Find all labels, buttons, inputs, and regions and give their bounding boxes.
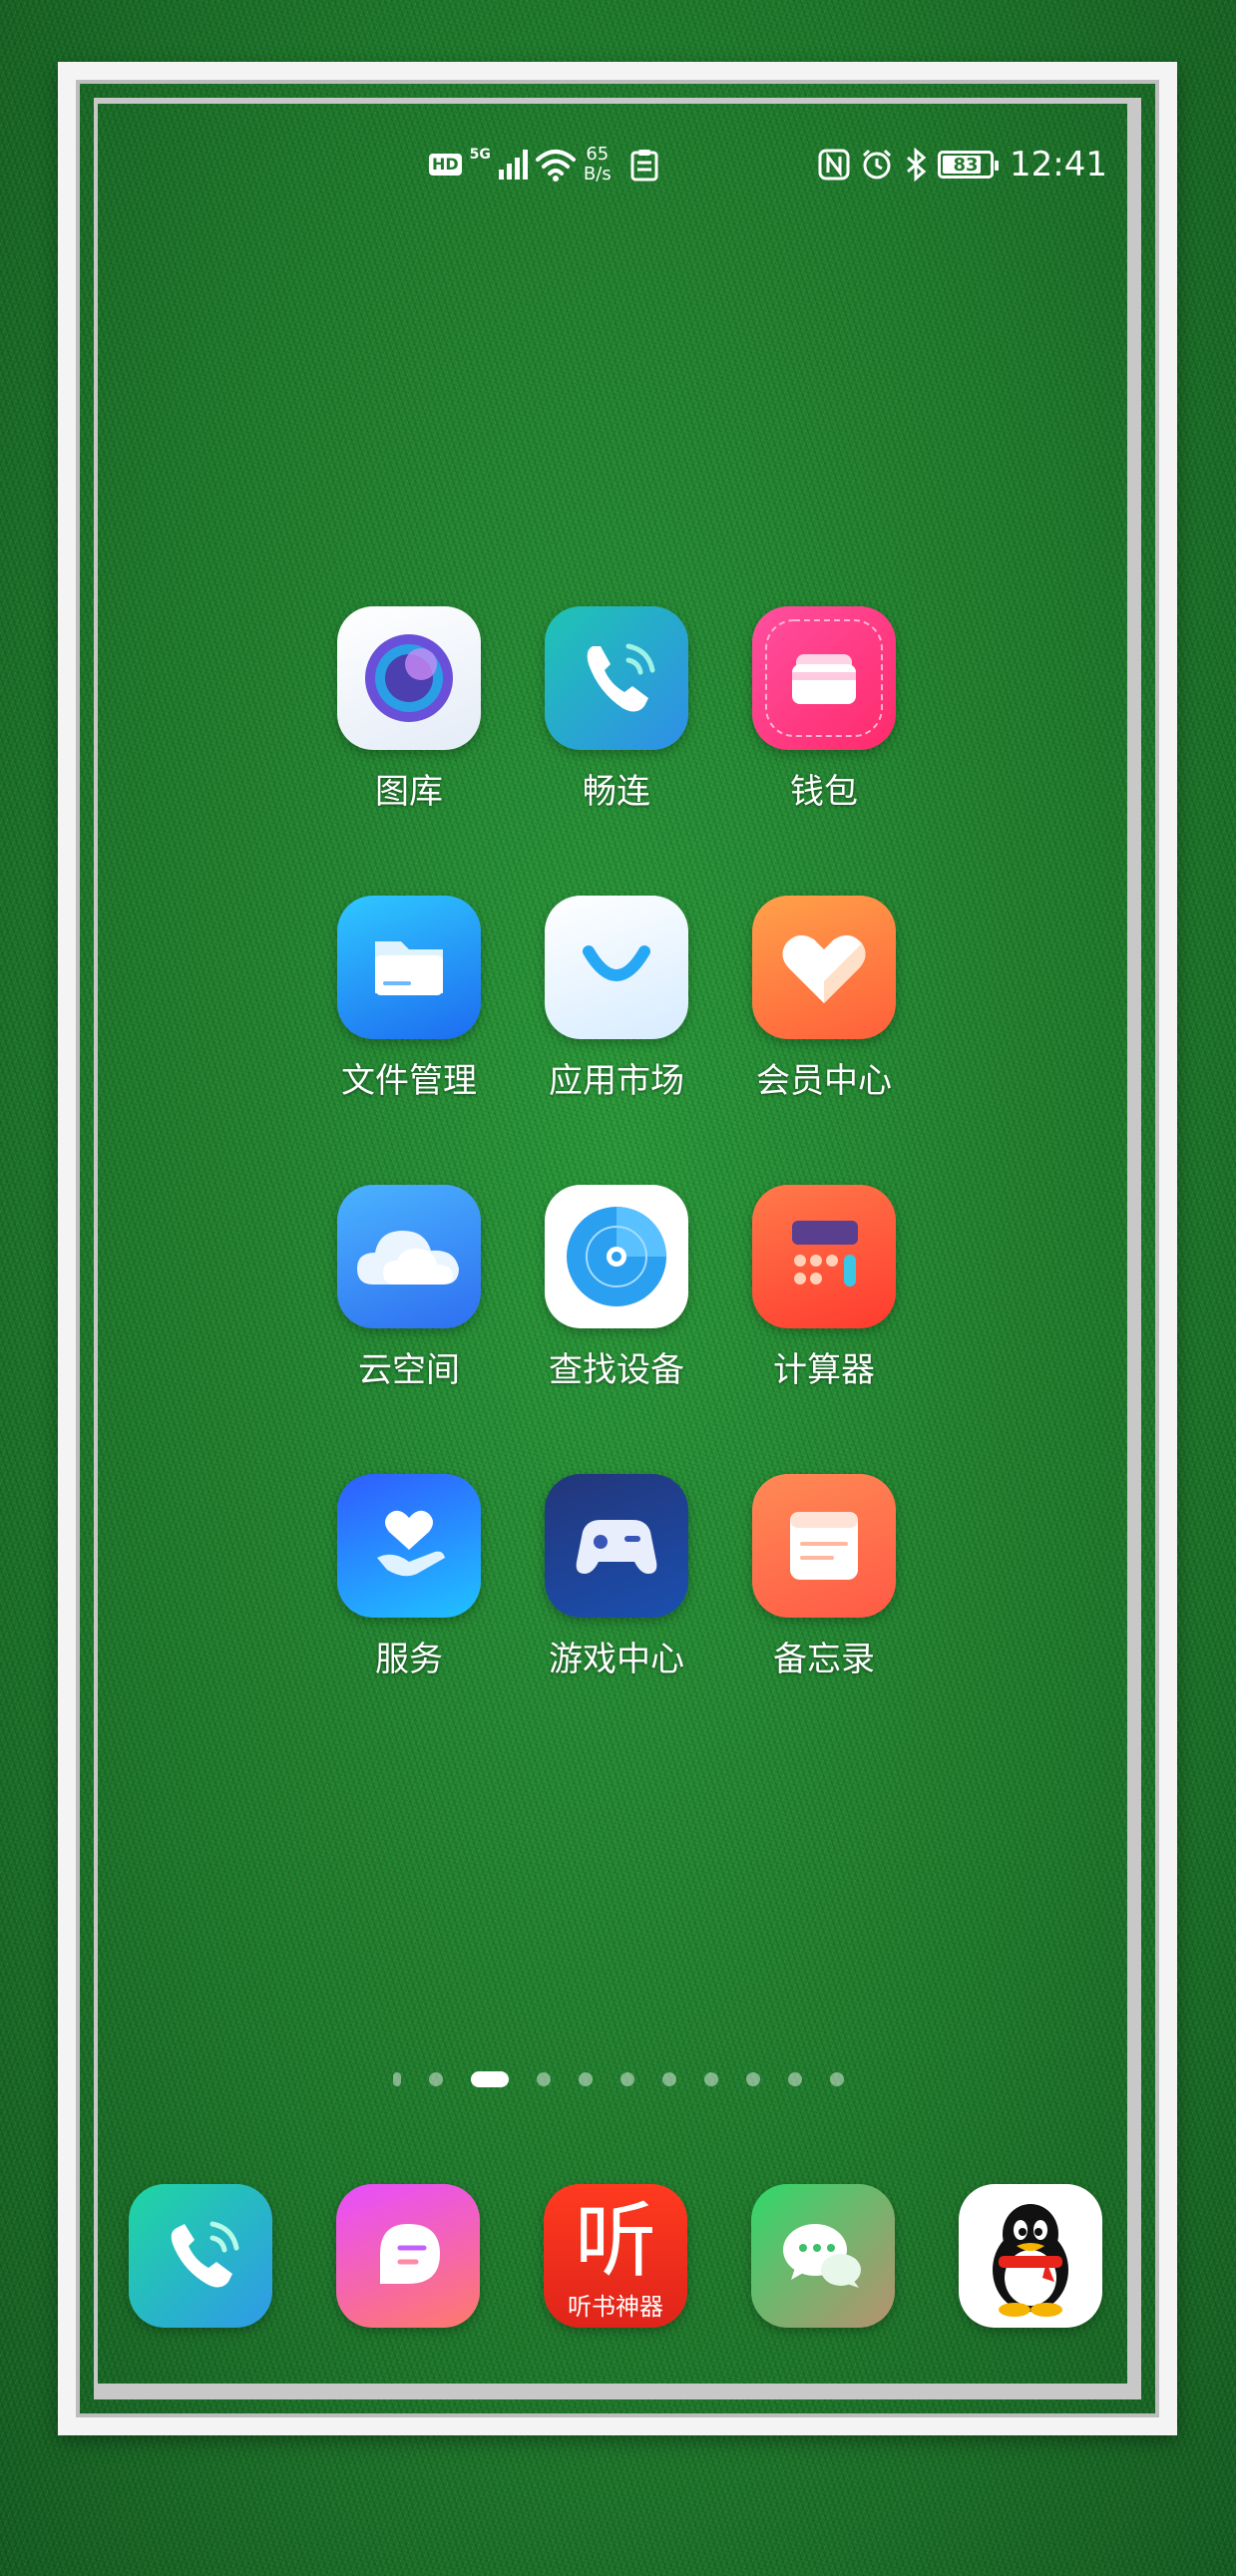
network-type: 5G <box>469 147 491 163</box>
page-dot[interactable] <box>579 2072 593 2086</box>
calculator-icon <box>752 1185 896 1328</box>
page-dot-active[interactable] <box>471 2071 509 2087</box>
page-dot[interactable] <box>830 2072 844 2086</box>
page-indicator[interactable] <box>393 2066 852 2090</box>
find-device-icon <box>545 1185 688 1328</box>
meetime-icon <box>545 606 688 750</box>
bluetooth-icon <box>904 148 928 182</box>
status-bar: HD 5G 65 B/s 83 12:41 <box>429 135 1107 194</box>
clipboard-icon <box>629 148 659 182</box>
page-dot[interactable] <box>429 2072 443 2086</box>
qq-icon[interactable] <box>959 2184 1102 2328</box>
messages-icon[interactable] <box>336 2184 480 2328</box>
app-wallet[interactable]: 钱包 <box>719 606 929 812</box>
audiobook-sub-label: 听书神器 <box>568 2293 663 2321</box>
page-dot[interactable] <box>537 2072 551 2086</box>
page-dot[interactable] <box>393 2072 401 2086</box>
audiobook-icon[interactable]: 听 听书神器 <box>544 2184 687 2328</box>
files-icon <box>337 896 481 1039</box>
alarm-icon <box>860 148 894 182</box>
app-label: 计算器 <box>773 1350 875 1390</box>
app-cloud[interactable]: 云空间 <box>304 1185 514 1390</box>
app-label: 畅连 <box>583 772 650 812</box>
member-center-icon <box>752 896 896 1039</box>
app-market-icon <box>545 896 688 1039</box>
page-dot[interactable] <box>746 2072 760 2086</box>
page-dot[interactable] <box>662 2072 676 2086</box>
network-speed-unit: B/s <box>583 164 612 184</box>
page-dot[interactable] <box>788 2072 802 2086</box>
app-label: 服务 <box>375 1640 443 1679</box>
app-label: 备忘录 <box>773 1640 875 1679</box>
page-dot[interactable] <box>620 2072 634 2086</box>
app-services[interactable]: 服务 <box>304 1474 514 1679</box>
app-label: 应用市场 <box>549 1061 684 1101</box>
wallet-icon <box>752 606 896 750</box>
wifi-icon <box>535 148 576 182</box>
app-label: 云空间 <box>358 1350 460 1390</box>
app-game-center[interactable]: 游戏中心 <box>512 1474 721 1679</box>
phone-icon[interactable] <box>129 2184 272 2328</box>
network-speed-value: 65 <box>586 144 610 165</box>
app-member-center[interactable]: 会员中心 <box>719 896 929 1101</box>
app-market[interactable]: 应用市场 <box>512 896 721 1101</box>
audiobook-main-glyph: 听 <box>574 2194 656 2289</box>
app-label: 钱包 <box>790 772 858 812</box>
app-meetime[interactable]: 畅连 <box>512 606 721 812</box>
app-notepad[interactable]: 备忘录 <box>719 1474 929 1679</box>
clock-time: 12:41 <box>1010 145 1107 184</box>
battery-icon: 83 <box>938 151 1000 179</box>
services-icon <box>337 1474 481 1618</box>
status-bar-left: HD 5G 65 B/s <box>429 135 659 194</box>
app-gallery[interactable]: 图库 <box>304 606 514 812</box>
wechat-icon[interactable] <box>751 2184 895 2328</box>
app-files[interactable]: 文件管理 <box>304 896 514 1101</box>
app-label: 图库 <box>375 772 443 812</box>
app-label: 会员中心 <box>756 1061 892 1101</box>
app-label: 查找设备 <box>549 1350 684 1390</box>
app-label: 游戏中心 <box>549 1640 684 1679</box>
app-find-device[interactable]: 查找设备 <box>512 1185 721 1390</box>
notepad-icon <box>752 1474 896 1618</box>
app-label: 文件管理 <box>341 1061 477 1101</box>
nfc-icon <box>818 149 850 181</box>
status-bar-right: 83 12:41 <box>818 135 1107 194</box>
gallery-icon <box>337 606 481 750</box>
page-dot[interactable] <box>704 2072 718 2086</box>
game-center-icon <box>545 1474 688 1618</box>
signal-icon <box>498 150 528 180</box>
app-calculator[interactable]: 计算器 <box>719 1185 929 1390</box>
network-speed: 65 B/s <box>584 145 612 184</box>
battery-level: 83 <box>953 154 979 176</box>
cloud-icon <box>337 1185 481 1328</box>
hd-badge: HD <box>429 154 462 176</box>
